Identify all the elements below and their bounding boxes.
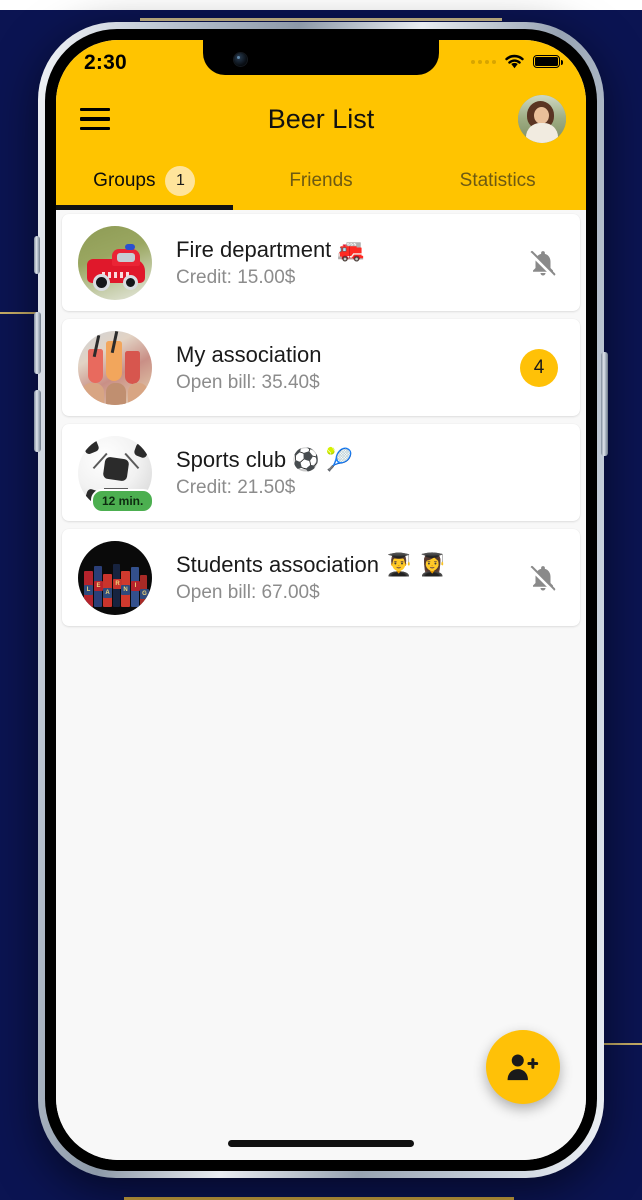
group-list-item[interactable]: 12 min. Sports club ⚽ 🎾 Credit: 21.50$	[62, 424, 580, 521]
person-add-icon	[507, 1054, 539, 1081]
bell-off-icon[interactable]	[528, 562, 558, 594]
last-activity-badge: 12 min.	[91, 488, 155, 513]
guide-line-top	[140, 18, 502, 21]
group-avatar-wrap: L E A R N I G	[78, 540, 152, 615]
group-list-item[interactable]: My association Open bill: 35.40$ 4	[62, 319, 580, 416]
group-title: Fire department 🚒	[176, 237, 365, 263]
signal-dots-icon	[471, 59, 496, 64]
books-photo: L E A R N I G	[78, 540, 152, 615]
tab-statistics-label: Statistics	[459, 170, 536, 191]
home-indicator	[228, 1140, 414, 1147]
front-camera-icon	[234, 53, 247, 66]
group-text: Students association 👨‍🎓 👩‍🎓 Open bill: …	[176, 551, 512, 604]
add-group-fab[interactable]	[486, 1030, 560, 1104]
bell-off-icon[interactable]	[528, 247, 558, 279]
tab-bar: Groups 1 Friends Statistics	[56, 152, 586, 210]
group-text: Fire department 🚒 Credit: 15.00$	[176, 236, 512, 289]
groups-list: Fire department 🚒 Credit: 15.00$ My asso…	[56, 210, 586, 626]
app-bar: Beer List	[56, 86, 586, 152]
group-text: Sports club ⚽ 🎾 Credit: 21.50$	[176, 446, 512, 499]
tab-groups-badge: 1	[165, 166, 196, 196]
group-avatar-wrap	[78, 330, 152, 405]
status-time: 2:30	[84, 51, 127, 74]
group-list-item[interactable]: L E A R N I G Students association 👨‍🎓 👩…	[62, 529, 580, 626]
phone-frame: 2:30 Beer List Groups 1 Friends Statisti…	[34, 22, 608, 1178]
wifi-icon	[505, 54, 524, 69]
group-subtitle: Credit: 15.00$	[176, 266, 296, 288]
hamburger-menu-icon[interactable]	[80, 107, 110, 131]
tab-statistics[interactable]: Statistics	[409, 152, 586, 210]
tab-friends-label: Friends	[289, 170, 353, 191]
fire-truck-photo	[78, 225, 152, 300]
group-trailing	[512, 562, 558, 594]
groups-list-container: Fire department 🚒 Credit: 15.00$ My asso…	[56, 210, 586, 1160]
group-title: My association	[176, 342, 322, 368]
phone-bezel: 2:30 Beer List Groups 1 Friends Statisti…	[45, 29, 597, 1171]
power-button[interactable]	[601, 352, 608, 456]
status-indicators	[471, 52, 563, 70]
silent-switch[interactable]	[34, 236, 40, 274]
profile-avatar[interactable]	[518, 95, 566, 143]
tab-friends[interactable]: Friends	[233, 152, 410, 210]
volume-down-button[interactable]	[34, 390, 41, 452]
group-subtitle: Open bill: 35.40$	[176, 371, 320, 393]
battery-full-icon	[533, 55, 563, 68]
tab-groups[interactable]: Groups 1	[56, 152, 233, 210]
page-title: Beer List	[267, 103, 375, 134]
group-trailing: 4	[512, 348, 558, 387]
group-subtitle: Credit: 21.50$	[176, 476, 296, 498]
group-subtitle: Open bill: 67.00$	[176, 581, 320, 603]
group-avatar-wrap	[78, 225, 152, 300]
unread-count-badge: 4	[520, 348, 558, 387]
tab-groups-label: Groups	[93, 170, 156, 191]
drinks-toast-photo	[78, 330, 152, 405]
group-text: My association Open bill: 35.40$	[176, 341, 512, 394]
group-list-item[interactable]: Fire department 🚒 Credit: 15.00$	[62, 214, 580, 311]
group-avatar-wrap: 12 min.	[78, 435, 155, 513]
phone-screen: 2:30 Beer List Groups 1 Friends Statisti…	[56, 40, 586, 1160]
group-title: Sports club ⚽ 🎾	[176, 447, 354, 473]
group-trailing	[512, 247, 558, 279]
volume-up-button[interactable]	[34, 312, 41, 374]
notch	[203, 40, 439, 75]
group-title: Students association 👨‍🎓 👩‍🎓	[176, 552, 447, 578]
